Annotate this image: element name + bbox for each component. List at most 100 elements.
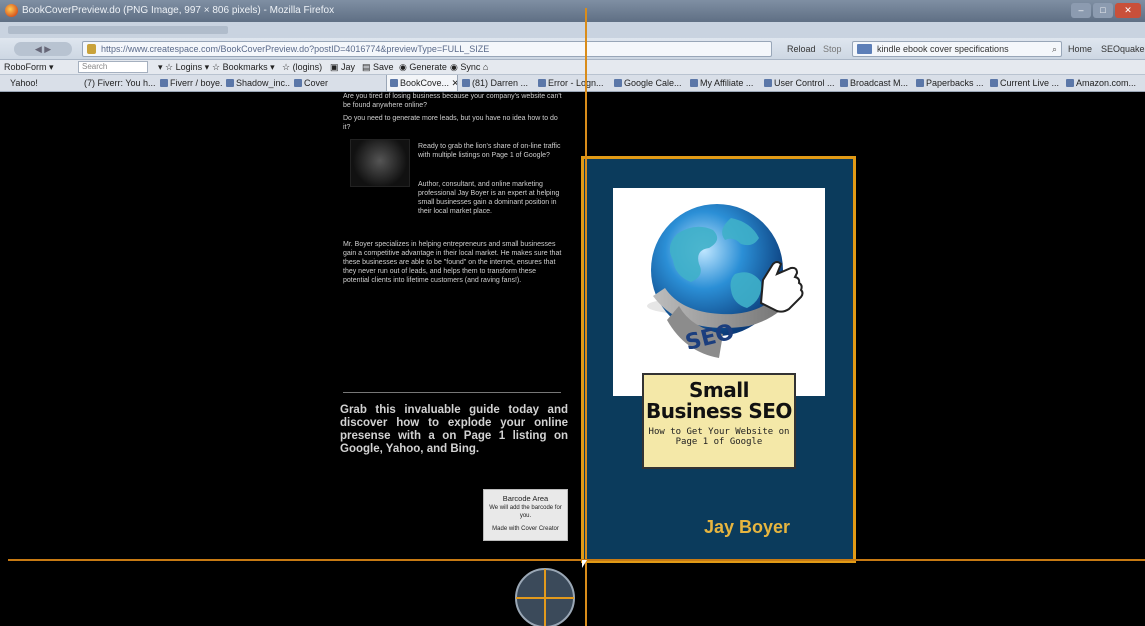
back-cover-paragraph: Mr. Boyer specializes in helping entrepr… [343,241,562,284]
maximize-button[interactable]: □ [1093,3,1113,18]
front-cover: SEO Small Business SEO How to Get Your W… [581,156,856,563]
home-button[interactable]: Home [1068,42,1092,56]
back-cover-paragraph: Ready to grab the lion's share of on-lin… [418,143,561,159]
bookmark-item[interactable]: (7) Fiverr: You h... [84,75,156,91]
roboform-generate-label: Generate [409,62,447,72]
bookmark-item[interactable]: Yahoo! [10,75,68,91]
window-titlebar: BookCoverPreview.do (PNG Image, 997 × 80… [0,0,1145,22]
bookmark-favicon-icon [294,79,302,87]
barcode-title: Barcode Area [502,494,549,503]
search-input[interactable]: kindle ebook cover specifications ⌕ [852,41,1062,57]
bookmark-favicon-icon [538,79,546,87]
navigation-toolbar: ◀ ▶ https://www.createspace.com/BookCove… [0,38,1145,60]
search-input-value: kindle ebook cover specifications [877,44,1009,54]
bookmark-label: Current Live ... [1000,78,1060,88]
horizontal-guide-line [8,559,1145,561]
reload-button[interactable]: Reload [787,42,816,56]
bookmark-label: BookCove... [400,78,450,88]
bookmark-item[interactable]: Error - Logn... [538,75,608,91]
roboform-generate[interactable]: ◉ Generate [399,60,447,74]
bookmark-label: Google Cale... [624,78,682,88]
bookmark-favicon-icon [1066,79,1074,87]
bookmark-item[interactable]: Current Live ... [990,75,1062,91]
bookmark-item[interactable]: Cover [294,75,344,91]
roboform-logins-group-label: (logins) [292,62,323,72]
bookmark-item[interactable]: Paperbacks ... [916,75,986,91]
bookmark-label: Cover [304,78,329,88]
firefox-icon [5,4,18,17]
bookmark-favicon-icon [840,79,848,87]
stop-button[interactable]: Stop [823,42,842,56]
bookmark-item[interactable]: Shadow_inc... [226,75,290,91]
bookmark-item[interactable]: Amazon.com... [1066,75,1142,91]
back-forward-buttons[interactable]: ◀ ▶ [14,42,72,56]
bookmark-favicon-icon [764,79,772,87]
roboform-logins-group[interactable]: ☆ (logins) [282,60,322,74]
bookmark-item[interactable]: My Affiliate ... [690,75,760,91]
call-to-action: Grab this invaluable guide today and dis… [340,404,568,455]
roboform-search-input[interactable]: Search [78,61,148,73]
bookmark-label: Yahoo! [10,78,38,88]
back-cover: Are you tired of losing business because… [340,92,568,552]
roboform-identity-label: Jay [341,62,356,72]
url-bar[interactable]: https://www.createspace.com/BookCoverPre… [82,41,772,57]
cover-title-line1: Small [689,378,749,402]
roboform-save[interactable]: ▤ Save [362,60,394,74]
roboform-identity[interactable]: ▣ Jay [330,60,355,74]
bookmarks-toolbar: Yahoo! (7) Fiverr: You h... Fiverr / boy… [0,75,1145,92]
roboform-button[interactable]: RoboForm ▾ [4,60,54,74]
bookmark-favicon-icon [916,79,924,87]
window-controls: – □ ✕ [1071,3,1141,18]
menu-bar [0,22,1145,38]
bookmark-item[interactable]: Google Cale... [614,75,686,91]
bookmark-item[interactable]: Broadcast M... [840,75,912,91]
search-icon[interactable]: ⌕ [1052,42,1057,56]
back-cover-paragraph: Do you need to generate more leads, but … [343,115,558,131]
search-engine-icon[interactable] [857,44,872,54]
roboform-bookmarks-label: Bookmarks [222,62,268,72]
page-viewport [0,92,1145,626]
url-text: https://www.createspace.com/BookCoverPre… [101,44,490,54]
roboform-sync-label: Sync [460,62,481,72]
back-cover-paragraph: Are you tired of losing business because… [343,93,562,109]
bookmark-label: Error - Logn... [548,78,604,88]
bookmark-item[interactable]: Fiverr / boye... [160,75,222,91]
bookmark-label: Paperbacks ... [926,78,984,88]
seoquake-button[interactable]: SEOquake [1101,42,1145,56]
bookmark-label: User Control ... [774,78,835,88]
bookmark-favicon-icon [226,79,234,87]
roboform-logins[interactable]: ▾ ☆ Logins ▾ [158,60,209,74]
magnifier-icon [515,568,575,626]
bookmark-favicon-icon [462,79,470,87]
roboform-bookmarks[interactable]: ☆ Bookmarks ▾ [212,60,275,74]
cover-subtitle: How to Get Your Website on Page 1 of Goo… [648,427,790,447]
roboform-save-label: Save [373,62,394,72]
bookmark-item[interactable]: (81) Darren ... [462,75,534,91]
minimize-button[interactable]: – [1071,3,1091,18]
bookmark-label: (7) Fiverr: You h... [84,78,156,88]
cover-title-line2: Business SEO [646,399,792,423]
bookmark-label: (81) Darren ... [472,78,529,88]
cover-artwork: SEO [613,188,825,396]
roboform-label: RoboForm [4,62,47,72]
barcode-credit: Made with Cover Creator [492,526,559,532]
close-button[interactable]: ✕ [1115,3,1141,18]
vertical-guide-line [585,8,587,626]
bookmark-favicon-icon [160,79,168,87]
window-title: BookCoverPreview.do (PNG Image, 997 × 80… [22,5,335,16]
bookmark-label: Shadow_inc... [236,78,290,88]
bookmark-favicon-icon [614,79,622,87]
divider [343,392,561,393]
roboform-sync[interactable]: ◉ Sync ⌂ [450,60,488,74]
barcode-note: We will add the barcode for you. [489,505,562,519]
close-tab-icon[interactable]: ✕ [452,78,457,88]
bookmark-label: Broadcast M... [850,78,909,88]
cover-title-box: Small Business SEO How to Get Your Websi… [642,373,796,469]
bookmark-label: My Affiliate ... [700,78,754,88]
bookmark-item[interactable]: User Control ... [764,75,836,91]
cover-author: Jay Boyer [704,517,791,537]
bookmark-favicon-icon [990,79,998,87]
bookmark-label: Amazon.com... [1076,78,1137,88]
mouse-cursor-icon [582,560,587,568]
tab-bookcover-preview[interactable]: BookCove... ✕ [386,75,458,91]
